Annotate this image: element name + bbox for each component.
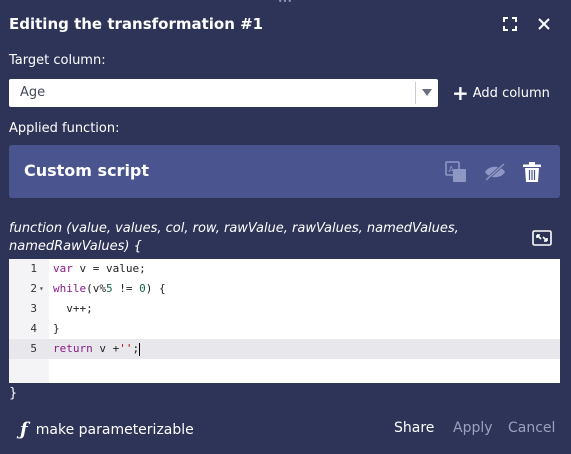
text-cursor [139,342,141,356]
fold-arrow-icon[interactable]: ▾ [39,279,44,299]
function-name: Custom script [24,161,150,180]
line-number: 4 [30,322,37,335]
code-text: var v = value; [53,262,146,275]
chevron-down-icon[interactable] [422,89,432,96]
applied-function-box: Custom script A [9,145,560,198]
target-column-select[interactable]: Age [9,79,438,107]
code-text: } [53,322,60,335]
line-number: 1 [30,262,37,275]
add-column-label: Add column [472,85,550,101]
target-column-value: Age [20,85,46,100]
expand-editor-icon[interactable] [532,230,552,246]
cancel-button[interactable]: Cancel [508,420,555,436]
code-line[interactable]: 3 v++; [9,299,560,319]
transformation-dialog: ••• Editing the transformation #1 Target… [0,0,571,454]
code-line-active[interactable]: 5 return v +''; [9,339,560,359]
function-icon: ƒ [20,419,28,440]
add-column-button[interactable]: + Add column [452,83,550,103]
close-icon[interactable] [534,14,554,34]
code-line[interactable]: 4 } [9,319,560,339]
target-column-label: Target column: [9,53,106,68]
line-number: 5 [30,342,37,355]
function-closing-brace: } [9,386,18,401]
function-signature: function (value, values, col, row, rawVa… [9,221,459,254]
share-button[interactable]: Share [394,420,434,436]
line-number: 2 [30,282,37,295]
code-line[interactable]: 1 var v = value; [9,259,560,279]
fullscreen-icon[interactable] [500,14,520,34]
plus-icon: + [452,81,469,105]
make-parameterizable-label: make parameterizable [35,421,194,438]
drag-handle-icon[interactable]: ••• [276,0,294,6]
translate-icon[interactable]: A [445,161,467,183]
select-divider [415,82,416,104]
code-text: v++; [53,302,93,315]
line-number: 3 [30,302,37,315]
code-text: while(v%5 != 0) { [53,282,166,295]
make-parameterizable-button[interactable]: ƒ make parameterizable [20,419,194,440]
code-editor[interactable]: 1 var v = value; 2 ▾ while(v%5 != 0) { 3… [9,259,560,383]
dialog-footer: ƒ make parameterizable Share Apply Cance… [0,418,571,440]
trash-icon[interactable] [522,161,544,183]
apply-button[interactable]: Apply [453,420,493,436]
applied-function-label: Applied function: [9,121,120,136]
code-text: return v +''; [53,342,141,356]
hide-icon[interactable] [483,161,505,183]
svg-text:A: A [449,165,455,174]
dialog-title: Editing the transformation #1 [9,15,264,33]
code-line[interactable]: 2 ▾ while(v%5 != 0) { [9,279,560,299]
